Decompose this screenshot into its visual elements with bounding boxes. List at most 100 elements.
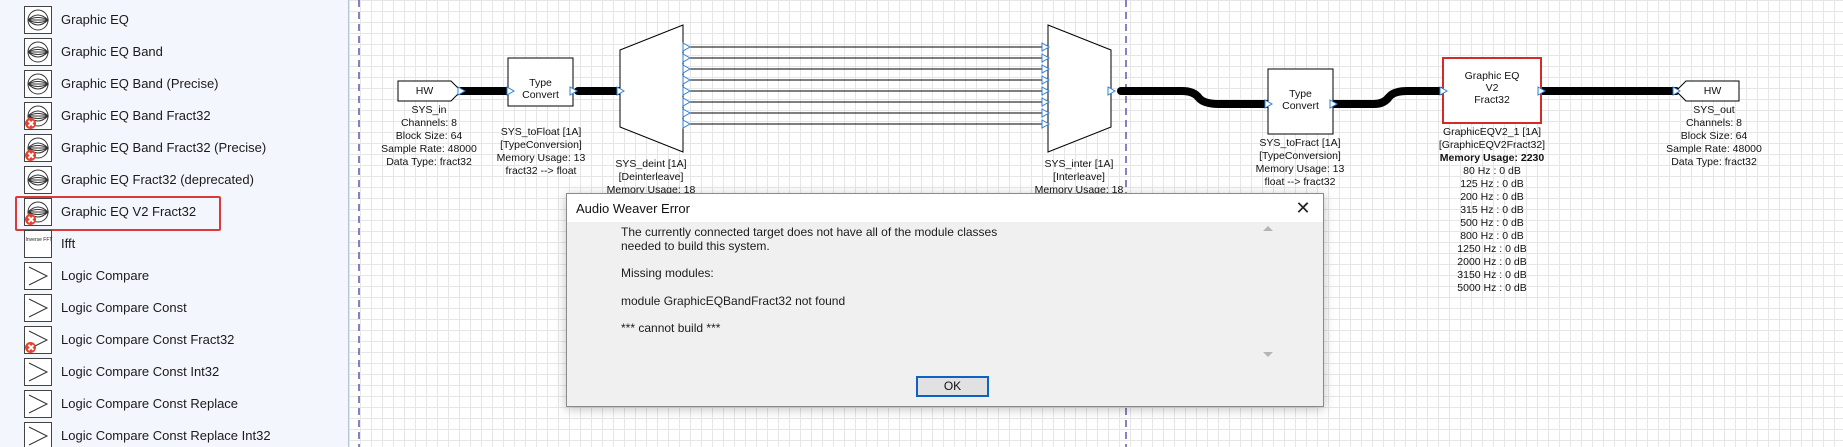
interleave-block[interactable] <box>1047 24 1112 153</box>
info-line: fract32 --> float <box>505 165 577 177</box>
info-line: [Deinterleave] <box>618 171 684 183</box>
palette-item[interactable]: Graphic EQ Fract32 (deprecated) <box>0 164 348 196</box>
palette-item-label: Ifft <box>61 236 76 251</box>
info-line: [TypeConversion] <box>500 139 582 151</box>
info-line: SYS_toFract [1A] <box>1259 137 1341 149</box>
eq-band-line: 125 Hz : 0 dB <box>1460 178 1524 190</box>
sys-in-box-label: HW <box>415 85 434 97</box>
deinterleave-block[interactable] <box>619 24 684 153</box>
logic-compare-icon <box>24 294 52 322</box>
graphic-eq-icon <box>24 166 52 194</box>
palette-item[interactable]: Inverse FFT Ifft <box>0 228 348 260</box>
palette-item-label: Logic Compare Const Replace Int32 <box>61 428 271 443</box>
title-line: Convert <box>1282 100 1319 112</box>
sys-out-box-label: HW <box>1703 85 1722 97</box>
port-icon[interactable] <box>682 86 692 96</box>
palette-item[interactable]: Logic Compare Const Fract32 <box>0 324 348 356</box>
palette-item[interactable]: Logic Compare Const Int32 <box>0 356 348 388</box>
info-line: [GraphicEQV2Fract32] <box>1438 139 1546 151</box>
wire[interactable] <box>1117 87 1272 108</box>
type-convert-info: SYS_toFloat [1A] [TypeConversion] Memory… <box>497 126 586 178</box>
close-icon[interactable]: ✕ <box>1293 198 1313 218</box>
info-line: SYS_inter [1A] <box>1044 158 1114 170</box>
type-convert-title: Type Convert <box>1268 88 1333 112</box>
eq-band-line: 500 Hz : 0 dB <box>1460 217 1524 229</box>
eq-band-list: 80 Hz : 0 dB 125 Hz : 0 dB 200 Hz : 0 dB 31… <box>1439 165 1545 295</box>
title-line: Fract32 <box>1474 94 1510 106</box>
graphic-eq-icon <box>24 6 52 34</box>
palette-item[interactable]: Graphic EQ <box>0 4 348 36</box>
title-line: Type <box>1289 88 1312 100</box>
logic-compare-icon <box>24 358 52 386</box>
graphic-eq-icon <box>24 38 52 66</box>
info-line: Data Type: fract32 <box>386 156 472 168</box>
eq-band-line: 3150 Hz : 0 dB <box>1457 269 1527 281</box>
info-line: Memory Usage: 13 <box>496 152 586 164</box>
scroll-down-icon[interactable] <box>1263 352 1273 357</box>
logic-compare-icon <box>24 262 52 290</box>
palette-item[interactable]: Graphic EQ Band Fract32 (Precise) <box>0 132 348 164</box>
port-icon[interactable] <box>682 42 692 52</box>
port-icon[interactable] <box>682 119 692 129</box>
deinterleave-info: SYS_deint [1A] [Deinterleave] Memory Usa… <box>607 158 696 197</box>
port-icon[interactable] <box>682 64 692 74</box>
eq-band-line: 2000 Hz : 0 dB <box>1457 256 1527 268</box>
palette-item[interactable]: Graphic EQ Band Fract32 <box>0 100 348 132</box>
error-icon <box>25 342 36 353</box>
message-line: *** cannot build *** <box>621 321 721 335</box>
sys-in-info: SYS_in Channels: 8 Block Size: 64 Sample… <box>381 104 477 169</box>
palette-item[interactable]: Graphic EQ Band (Precise) <box>0 68 348 100</box>
palette-item[interactable]: Logic Compare Const <box>0 292 348 324</box>
info-line: Channels: 8 <box>400 117 458 129</box>
palette-item[interactable]: Graphic EQ V2 Fract32 <box>0 196 348 228</box>
error-icon <box>25 214 36 225</box>
error-icon <box>25 150 36 161</box>
palette-item-label: Graphic EQ Band Fract32 <box>61 108 211 123</box>
message-line: Missing modules: <box>621 266 714 280</box>
wire[interactable] <box>1329 87 1447 108</box>
port-icon[interactable] <box>682 53 692 63</box>
palette-item[interactable]: Graphic EQ Band <box>0 36 348 68</box>
module-palette: Graphic EQ Graphic EQ Band Graphic EQ Band… <box>0 0 349 447</box>
info-line: [Interleave] <box>1053 171 1105 183</box>
info-line: Channels: 8 <box>1685 117 1743 129</box>
palette-item[interactable]: Logic Compare Const Replace Int32 <box>0 420 348 447</box>
info-line: [TypeConversion] <box>1259 150 1341 162</box>
port-icon[interactable] <box>682 108 692 118</box>
dialog-titlebar[interactable]: Audio Weaver Error ✕ <box>567 194 1323 222</box>
palette-item-label: Logic Compare Const Int32 <box>61 364 220 379</box>
title-line: Type <box>529 77 552 89</box>
palette-item-label: Graphic EQ Band (Precise) <box>61 76 219 91</box>
palette-item[interactable]: Logic Compare Const Replace <box>0 388 348 420</box>
type-convert-info: SYS_toFract [1A] [TypeConversion] Memory… <box>1256 137 1345 189</box>
ok-button[interactable]: OK <box>916 376 989 397</box>
info-line: Block Size: 64 <box>1680 130 1748 142</box>
graphic-eq-icon <box>24 70 52 98</box>
info-line: Block Size: 64 <box>395 130 463 142</box>
info-line: Sample Rate: 48000 <box>1666 143 1762 155</box>
message-line: The currently connected target does not … <box>621 225 998 239</box>
palette-item-label: Graphic EQ Band <box>61 44 163 59</box>
message-line: needed to build this system. <box>621 239 770 253</box>
info-line: SYS_out <box>1693 104 1735 116</box>
port-icon[interactable] <box>682 75 692 85</box>
info-line: Memory Usage: 2230 <box>1439 152 1545 164</box>
scroll-up-icon[interactable] <box>1263 226 1273 231</box>
graphic-eq-title: Graphic EQ V2 Fract32 <box>1443 70 1541 106</box>
dialog-title: Audio Weaver Error <box>576 201 690 216</box>
logic-compare-icon <box>24 422 52 447</box>
eq-band-line: 1250 Hz : 0 dB <box>1457 243 1527 255</box>
interleave-info: SYS_inter [1A] [Interleave] Memory Usage… <box>1035 158 1124 197</box>
palette-item[interactable]: Logic Compare <box>0 260 348 292</box>
port-icon[interactable] <box>682 97 692 107</box>
logic-compare-icon <box>24 390 52 418</box>
palette-item-label: Graphic EQ V2 Fract32 <box>61 204 197 219</box>
dialog-scrollbar[interactable] <box>1260 224 1276 361</box>
info-line: SYS_in <box>411 104 447 116</box>
title-line: Convert <box>522 89 559 101</box>
sys-out-info: SYS_out Channels: 8 Block Size: 64 Sampl… <box>1666 104 1762 169</box>
palette-item-label: Logic Compare Const Replace <box>61 396 239 411</box>
info-line: float --> fract32 <box>1264 176 1336 188</box>
error-icon <box>25 118 36 129</box>
error-dialog: Audio Weaver Error ✕ The currently conne… <box>566 193 1324 407</box>
